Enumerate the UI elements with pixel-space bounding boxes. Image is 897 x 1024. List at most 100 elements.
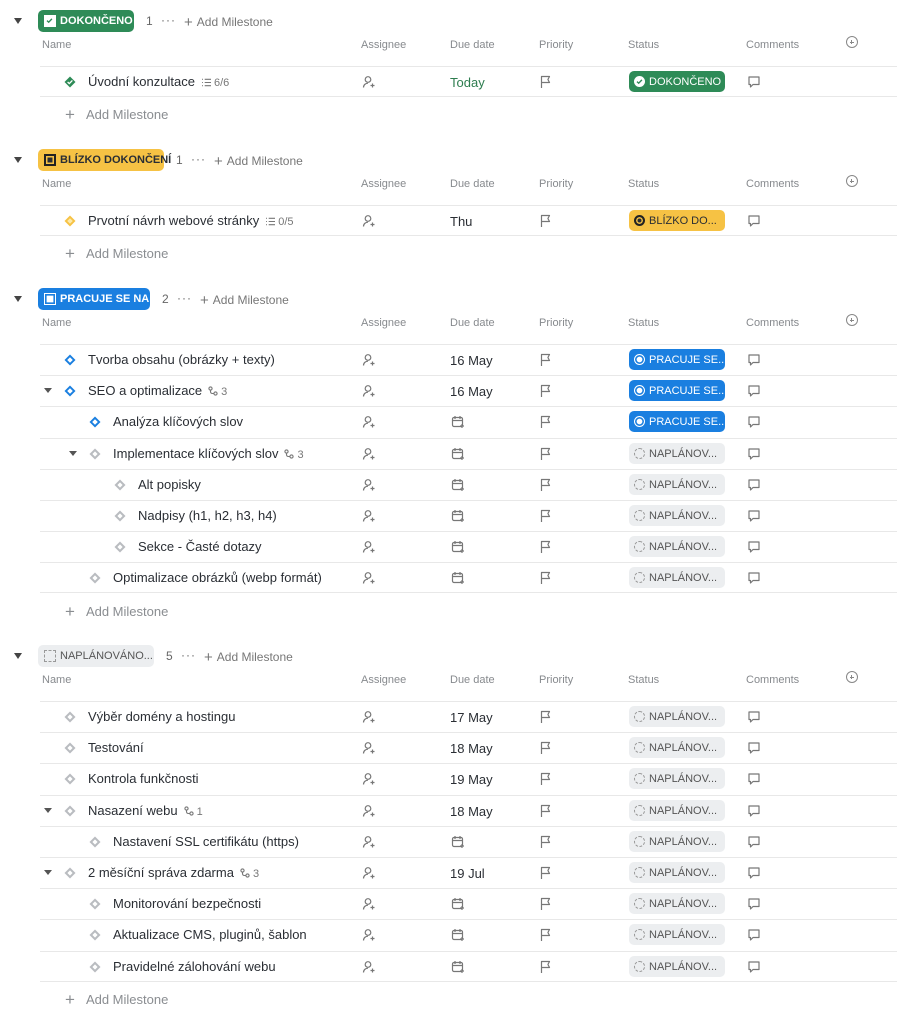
priority-flag-icon[interactable] [539, 928, 552, 942]
comment-icon[interactable] [747, 897, 761, 911]
status-badge[interactable]: PRACUJE SE... [629, 380, 725, 401]
more-options-icon[interactable]: ··· [161, 13, 176, 27]
add-assignee-icon[interactable] [362, 897, 376, 911]
task-row[interactable]: Monitorování bezpečnosti NAPLÁNOV... [40, 888, 897, 919]
task-name[interactable]: Alt popisky [138, 477, 201, 492]
status-badge[interactable]: NAPLÁNOV... [629, 706, 725, 727]
task-row[interactable]: Úvodní konzultace 6/6 Today DOKONČENO [40, 66, 897, 97]
col-comments[interactable]: Comments [746, 39, 799, 51]
add-milestone-row[interactable]: + Add Milestone [65, 989, 168, 1009]
priority-flag-icon[interactable] [539, 415, 552, 429]
task-status-icon[interactable] [114, 478, 126, 491]
calendar-add-icon[interactable] [451, 447, 465, 461]
task-name[interactable]: Nasazení webu [88, 803, 178, 818]
collapse-caret-icon[interactable] [14, 296, 22, 302]
task-status-icon[interactable] [89, 928, 101, 941]
task-status-icon[interactable] [89, 447, 101, 460]
task-status-icon[interactable] [64, 866, 76, 879]
task-status-icon[interactable] [89, 897, 101, 910]
comment-icon[interactable] [747, 384, 761, 398]
task-row[interactable]: Nasazení webu 1 18 May NAPLÁNOV... [40, 795, 897, 826]
calendar-add-icon[interactable] [451, 571, 465, 585]
priority-flag-icon[interactable] [539, 804, 552, 818]
add-milestone-row[interactable]: + Add Milestone [65, 243, 168, 263]
task-status-icon[interactable] [64, 214, 76, 227]
add-assignee-icon[interactable] [362, 804, 376, 818]
add-assignee-icon[interactable] [362, 214, 376, 228]
task-name[interactable]: SEO a optimalizace [88, 383, 202, 398]
priority-flag-icon[interactable] [539, 897, 552, 911]
task-row[interactable]: Alt popisky NAPLÁNOV... [40, 469, 897, 500]
col-priority[interactable]: Priority [539, 178, 573, 190]
task-name[interactable]: Nadpisy (h1, h2, h3, h4) [138, 508, 277, 523]
task-name[interactable]: Analýza klíčových slov [113, 414, 243, 429]
task-name[interactable]: Aktualizace CMS, pluginů, šablon [113, 927, 307, 942]
status-badge[interactable]: PRACUJE SE... [629, 411, 725, 432]
col-priority[interactable]: Priority [539, 317, 573, 329]
add-column-icon[interactable] [846, 36, 858, 48]
calendar-add-icon[interactable] [451, 960, 465, 974]
add-assignee-icon[interactable] [362, 75, 376, 89]
expand-caret-icon[interactable] [69, 451, 77, 456]
due-date[interactable]: 16 May [450, 384, 493, 399]
task-status-icon[interactable] [114, 509, 126, 522]
priority-flag-icon[interactable] [539, 960, 552, 974]
task-name[interactable]: Optimalizace obrázků (webp formát) [113, 570, 322, 585]
col-comments[interactable]: Comments [746, 674, 799, 686]
add-milestone-button[interactable]: + Add Milestone [204, 648, 293, 666]
priority-flag-icon[interactable] [539, 540, 552, 554]
comment-icon[interactable] [747, 835, 761, 849]
subtask-count[interactable]: 3 [208, 386, 227, 398]
status-badge[interactable]: NAPLÁNOV... [629, 536, 725, 557]
more-options-icon[interactable]: ··· [177, 291, 192, 305]
task-name[interactable]: 2 měsíční správa zdarma [88, 865, 234, 880]
comment-icon[interactable] [747, 415, 761, 429]
group-status-pill[interactable]: PRACUJE SE NA... [38, 288, 158, 310]
more-options-icon[interactable]: ··· [191, 152, 206, 166]
group-status-pill[interactable]: NAPLÁNOVÁNO... [38, 645, 154, 667]
status-badge[interactable]: PRACUJE SE... [629, 349, 725, 370]
priority-flag-icon[interactable] [539, 384, 552, 398]
task-status-icon[interactable] [114, 540, 126, 553]
priority-flag-icon[interactable] [539, 447, 552, 461]
comment-icon[interactable] [747, 866, 761, 880]
task-name[interactable]: Testování [88, 740, 144, 755]
col-name[interactable]: Name [42, 317, 71, 329]
priority-flag-icon[interactable] [539, 478, 552, 492]
priority-flag-icon[interactable] [539, 571, 552, 585]
task-status-icon[interactable] [89, 415, 101, 428]
calendar-add-icon[interactable] [451, 509, 465, 523]
task-status-icon[interactable] [89, 960, 101, 973]
priority-flag-icon[interactable] [539, 214, 552, 228]
status-badge[interactable]: NAPLÁNOV... [629, 831, 725, 852]
collapse-caret-icon[interactable] [14, 18, 22, 24]
task-status-icon[interactable] [64, 804, 76, 817]
add-assignee-icon[interactable] [362, 447, 376, 461]
task-row[interactable]: Tvorba obsahu (obrázky + texty) 16 May PRA… [40, 344, 897, 375]
comment-icon[interactable] [747, 804, 761, 818]
col-due[interactable]: Due date [450, 39, 495, 51]
task-row[interactable]: Pravidelné zálohování webu NAPLÁNOV... [40, 951, 897, 982]
task-row[interactable]: Sekce - Časté dotazy NAPLÁNOV... [40, 531, 897, 562]
due-date[interactable]: 19 Jul [450, 866, 485, 881]
due-date[interactable]: Thu [450, 214, 472, 229]
status-badge[interactable]: BLÍZKO DO... [629, 210, 725, 231]
add-assignee-icon[interactable] [362, 509, 376, 523]
due-date[interactable]: 16 May [450, 353, 493, 368]
subtask-count[interactable]: 3 [240, 868, 259, 880]
col-due[interactable]: Due date [450, 317, 495, 329]
status-badge[interactable]: NAPLÁNOV... [629, 505, 725, 526]
task-name[interactable]: Kontrola funkčnosti [88, 771, 199, 786]
task-row[interactable]: Testování 18 May NAPLÁNOV... [40, 732, 897, 763]
comment-icon[interactable] [747, 540, 761, 554]
priority-flag-icon[interactable] [539, 710, 552, 724]
add-assignee-icon[interactable] [362, 478, 376, 492]
task-name[interactable]: Výběr domény a hostingu [88, 709, 235, 724]
comment-icon[interactable] [747, 741, 761, 755]
task-status-icon[interactable] [64, 353, 76, 366]
comment-icon[interactable] [747, 772, 761, 786]
task-row[interactable]: Aktualizace CMS, pluginů, šablon NAPLÁNOV… [40, 919, 897, 950]
priority-flag-icon[interactable] [539, 772, 552, 786]
calendar-add-icon[interactable] [451, 478, 465, 492]
group-status-pill[interactable]: DOKONČENO [38, 10, 134, 32]
